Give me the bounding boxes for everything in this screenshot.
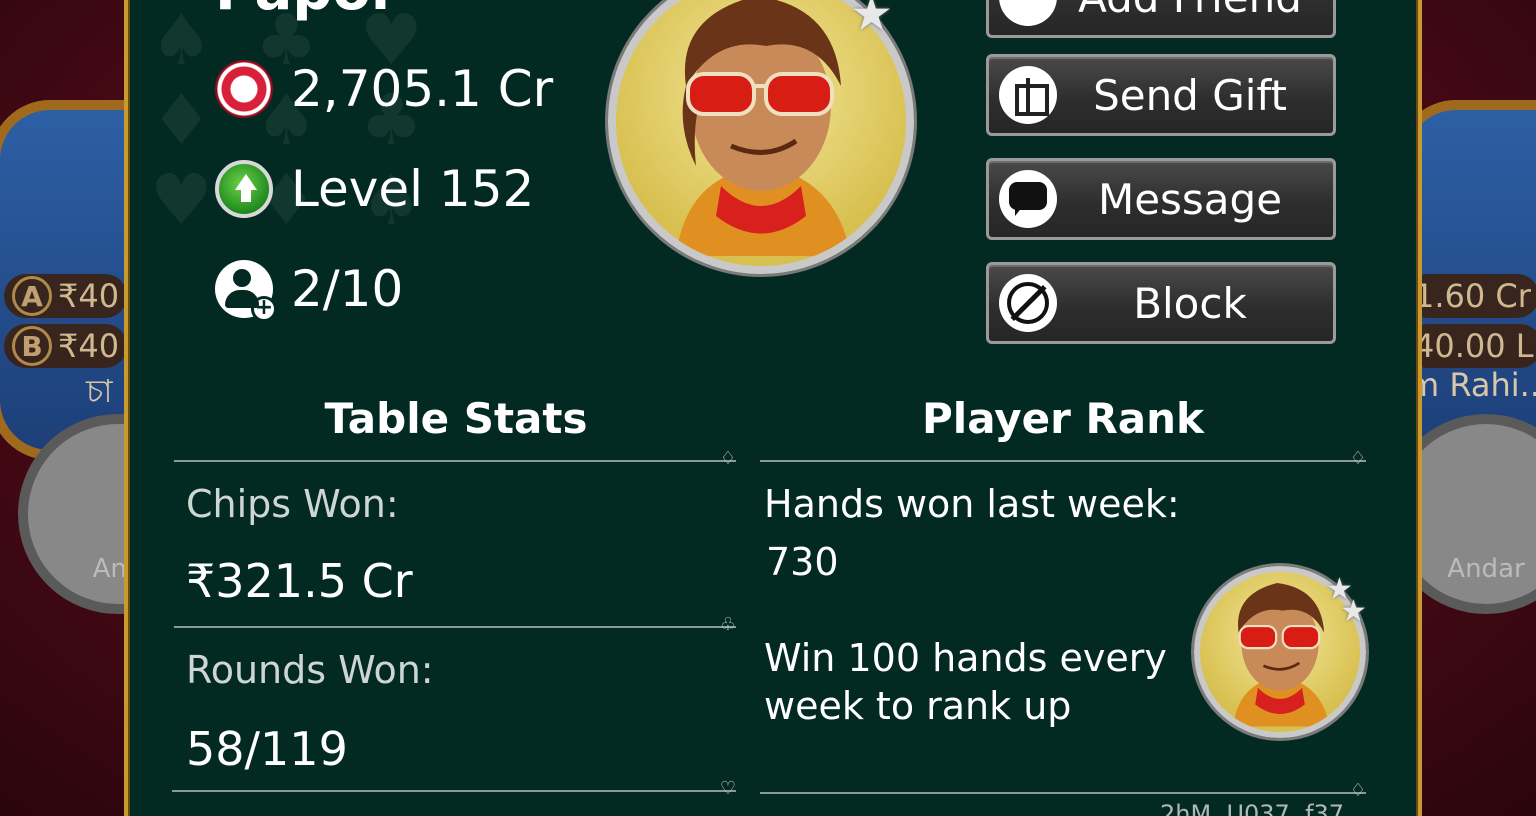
player-rank-bottom-divider: ♢ [760, 780, 1366, 801]
hands-won-label: Hands won last week: [764, 482, 1180, 526]
chips-won-label: Chips Won: [186, 482, 399, 526]
chips-won-value: ₹321.5 Cr [186, 554, 413, 608]
message-icon [999, 170, 1057, 228]
table-stats-divider: ♢ [174, 448, 736, 469]
block-button[interactable]: Block [986, 262, 1336, 344]
right-seat-label: Andar [1447, 554, 1525, 584]
send-gift-button[interactable]: Send Gift [986, 54, 1336, 136]
right-amount-1-text: 1.60 Cr [1414, 277, 1531, 315]
rank-up-text-line2: week to rank up [764, 684, 1072, 728]
block-icon [999, 274, 1057, 332]
player-rank-title: Player Rank [922, 394, 1204, 443]
chip-icon [215, 60, 273, 118]
add-friend-label: Add Friend [1057, 0, 1333, 22]
send-gift-label: Send Gift [1093, 70, 1287, 120]
level-up-icon [215, 160, 273, 218]
chips-value: 2,705.1 Cr [291, 60, 554, 118]
chips-won-divider: ♧ [174, 614, 736, 635]
bet-b-badge: B [12, 326, 52, 366]
friends-value: 2/10 [291, 260, 404, 318]
rounds-won-value: 58/119 [186, 722, 348, 776]
hands-won-value: 730 [766, 540, 839, 584]
right-amount-2-text: 40.00 L [1414, 327, 1534, 365]
block-label: Block [1133, 278, 1247, 328]
left-player-name: চা [86, 372, 113, 410]
message-label: Message [1097, 174, 1283, 224]
bet-a-amount: ₹40 [58, 277, 120, 315]
bet-row-a: A ₹40 [4, 274, 128, 318]
gift-icon [999, 66, 1057, 124]
game-screen: A ₹40 B ₹40 চা And 1.60 Cr 40.00 L m Rah… [0, 0, 1536, 816]
table-stats-title: Table Stats [324, 394, 588, 443]
right-amount-2: 40.00 L [1406, 324, 1536, 368]
rounds-won-divider: ♡ [172, 778, 736, 799]
star-icon: ★ [850, 0, 894, 42]
player-id-text: 2hM..U037..f37 [1160, 800, 1345, 816]
bet-row-b: B ₹40 [4, 324, 128, 368]
friends-row: + 2/10 [215, 260, 404, 322]
player-rank-divider: ♢ [760, 448, 1366, 469]
bet-a-badge: A [12, 276, 52, 316]
right-player-name: m Rahi.. [1408, 366, 1536, 404]
add-friend-icon [999, 0, 1057, 26]
chips-row: 2,705.1 Cr [215, 60, 553, 118]
rank-star-icon-2: ★ [1340, 594, 1367, 629]
message-button[interactable]: Message [986, 158, 1336, 240]
friends-add-icon: + [215, 260, 277, 322]
rounds-won-label: Rounds Won: [186, 648, 434, 692]
bet-b-amount: ₹40 [58, 327, 120, 365]
right-amount-1: 1.60 Cr [1406, 274, 1536, 318]
add-friend-button[interactable]: Add Friend [986, 0, 1336, 38]
level-value: Level 152 [291, 160, 535, 218]
rank-up-text-line1: Win 100 hands every [764, 636, 1167, 680]
level-row: Level 152 [215, 160, 534, 218]
player-name: Papor [215, 0, 399, 23]
